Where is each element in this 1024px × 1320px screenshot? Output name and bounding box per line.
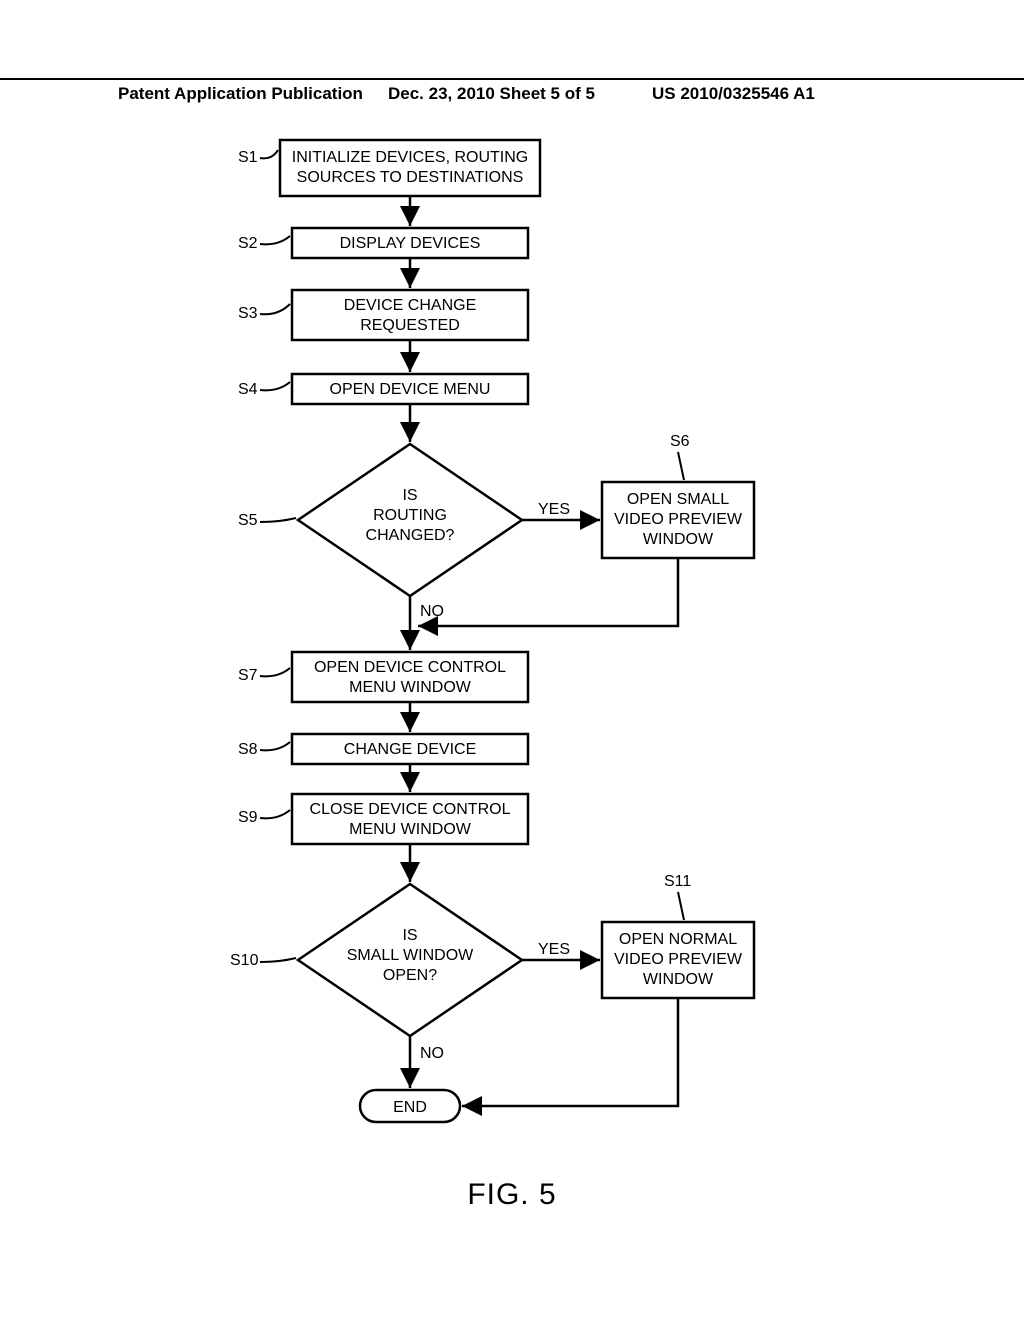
step-s7-line1: OPEN DEVICE CONTROL bbox=[314, 659, 506, 676]
step-s2-line1: DISPLAY DEVICES bbox=[340, 235, 481, 252]
step-s11-line1: VIDEO PREVIEW bbox=[614, 951, 743, 968]
step-s6-label: S6 bbox=[670, 433, 690, 450]
step-s9-label: S9 bbox=[238, 809, 258, 826]
step-s3-label: S3 bbox=[238, 305, 258, 322]
step-s9-line1: CLOSE DEVICE CONTROL bbox=[310, 801, 511, 818]
step-s8-label: S8 bbox=[238, 741, 258, 758]
decision-s5-label: S5 bbox=[238, 512, 258, 529]
step-s11-line0: OPEN NORMAL bbox=[619, 931, 737, 948]
step-s3-line2: REQUESTED bbox=[360, 317, 460, 334]
label-s10-yes: YES bbox=[538, 941, 570, 958]
decision-s10-line1: IS bbox=[402, 927, 417, 944]
step-s3-line1: DEVICE CHANGE bbox=[344, 297, 476, 314]
decision-s5-line3: CHANGED? bbox=[366, 527, 455, 544]
s5-leader bbox=[260, 518, 296, 522]
decision-s10-label: S10 bbox=[230, 952, 259, 969]
s3-leader bbox=[260, 304, 290, 314]
s7-leader bbox=[260, 668, 290, 676]
figure-caption: FIG. 5 bbox=[0, 1178, 1024, 1212]
label-s10-no: NO bbox=[420, 1045, 444, 1062]
step-s6-line0: OPEN SMALL bbox=[627, 491, 729, 508]
decision-s10-line2: SMALL WINDOW bbox=[347, 947, 474, 964]
step-s1-label: S1 bbox=[238, 149, 258, 166]
s1-leader bbox=[260, 150, 278, 158]
step-s6-line1: VIDEO PREVIEW bbox=[614, 511, 743, 528]
terminator-end-text: END bbox=[393, 1099, 427, 1116]
flowchart-container: INITIALIZE DEVICES, ROUTING SOURCES TO D… bbox=[0, 120, 1024, 1185]
s2-leader bbox=[260, 236, 290, 244]
header-date-sheet: Dec. 23, 2010 Sheet 5 of 5 bbox=[388, 84, 595, 104]
label-s5-yes: YES bbox=[538, 501, 570, 518]
s10-leader bbox=[260, 958, 296, 962]
label-s5-no: NO bbox=[420, 603, 444, 620]
s8-leader bbox=[260, 742, 290, 750]
s6-leader bbox=[678, 452, 684, 480]
step-s11-label: S11 bbox=[664, 873, 691, 890]
step-s2-label: S2 bbox=[238, 235, 258, 252]
step-s7-label: S7 bbox=[238, 667, 258, 684]
step-s7-line2: MENU WINDOW bbox=[349, 679, 472, 696]
step-s9-line2: MENU WINDOW bbox=[349, 821, 472, 838]
s9-leader bbox=[260, 810, 290, 818]
step-s1-line1: INITIALIZE DEVICES, ROUTING bbox=[292, 149, 528, 166]
arrow-s11-end bbox=[462, 998, 678, 1106]
decision-s5-line1: IS bbox=[402, 487, 417, 504]
step-s8-line1: CHANGE DEVICE bbox=[344, 741, 476, 758]
s11-leader bbox=[678, 892, 684, 920]
decision-s5-line2: ROUTING bbox=[373, 507, 447, 524]
header-pubnumber: US 2010/0325546 A1 bbox=[652, 84, 815, 104]
step-s6-line2: WINDOW bbox=[643, 531, 714, 548]
step-s1-line2: SOURCES TO DESTINATIONS bbox=[297, 169, 524, 186]
step-s4-label: S4 bbox=[238, 381, 258, 398]
s4-leader bbox=[260, 382, 290, 390]
arrow-s6-merge bbox=[418, 558, 678, 626]
decision-s10-line3: OPEN? bbox=[383, 967, 437, 984]
page-header: Patent Application Publication Dec. 23, … bbox=[0, 78, 1024, 84]
step-s4-line1: OPEN DEVICE MENU bbox=[330, 381, 491, 398]
header-publication: Patent Application Publication bbox=[118, 84, 363, 104]
step-s11-line2: WINDOW bbox=[643, 971, 714, 988]
flowchart-svg: INITIALIZE DEVICES, ROUTING SOURCES TO D… bbox=[0, 120, 1024, 1180]
